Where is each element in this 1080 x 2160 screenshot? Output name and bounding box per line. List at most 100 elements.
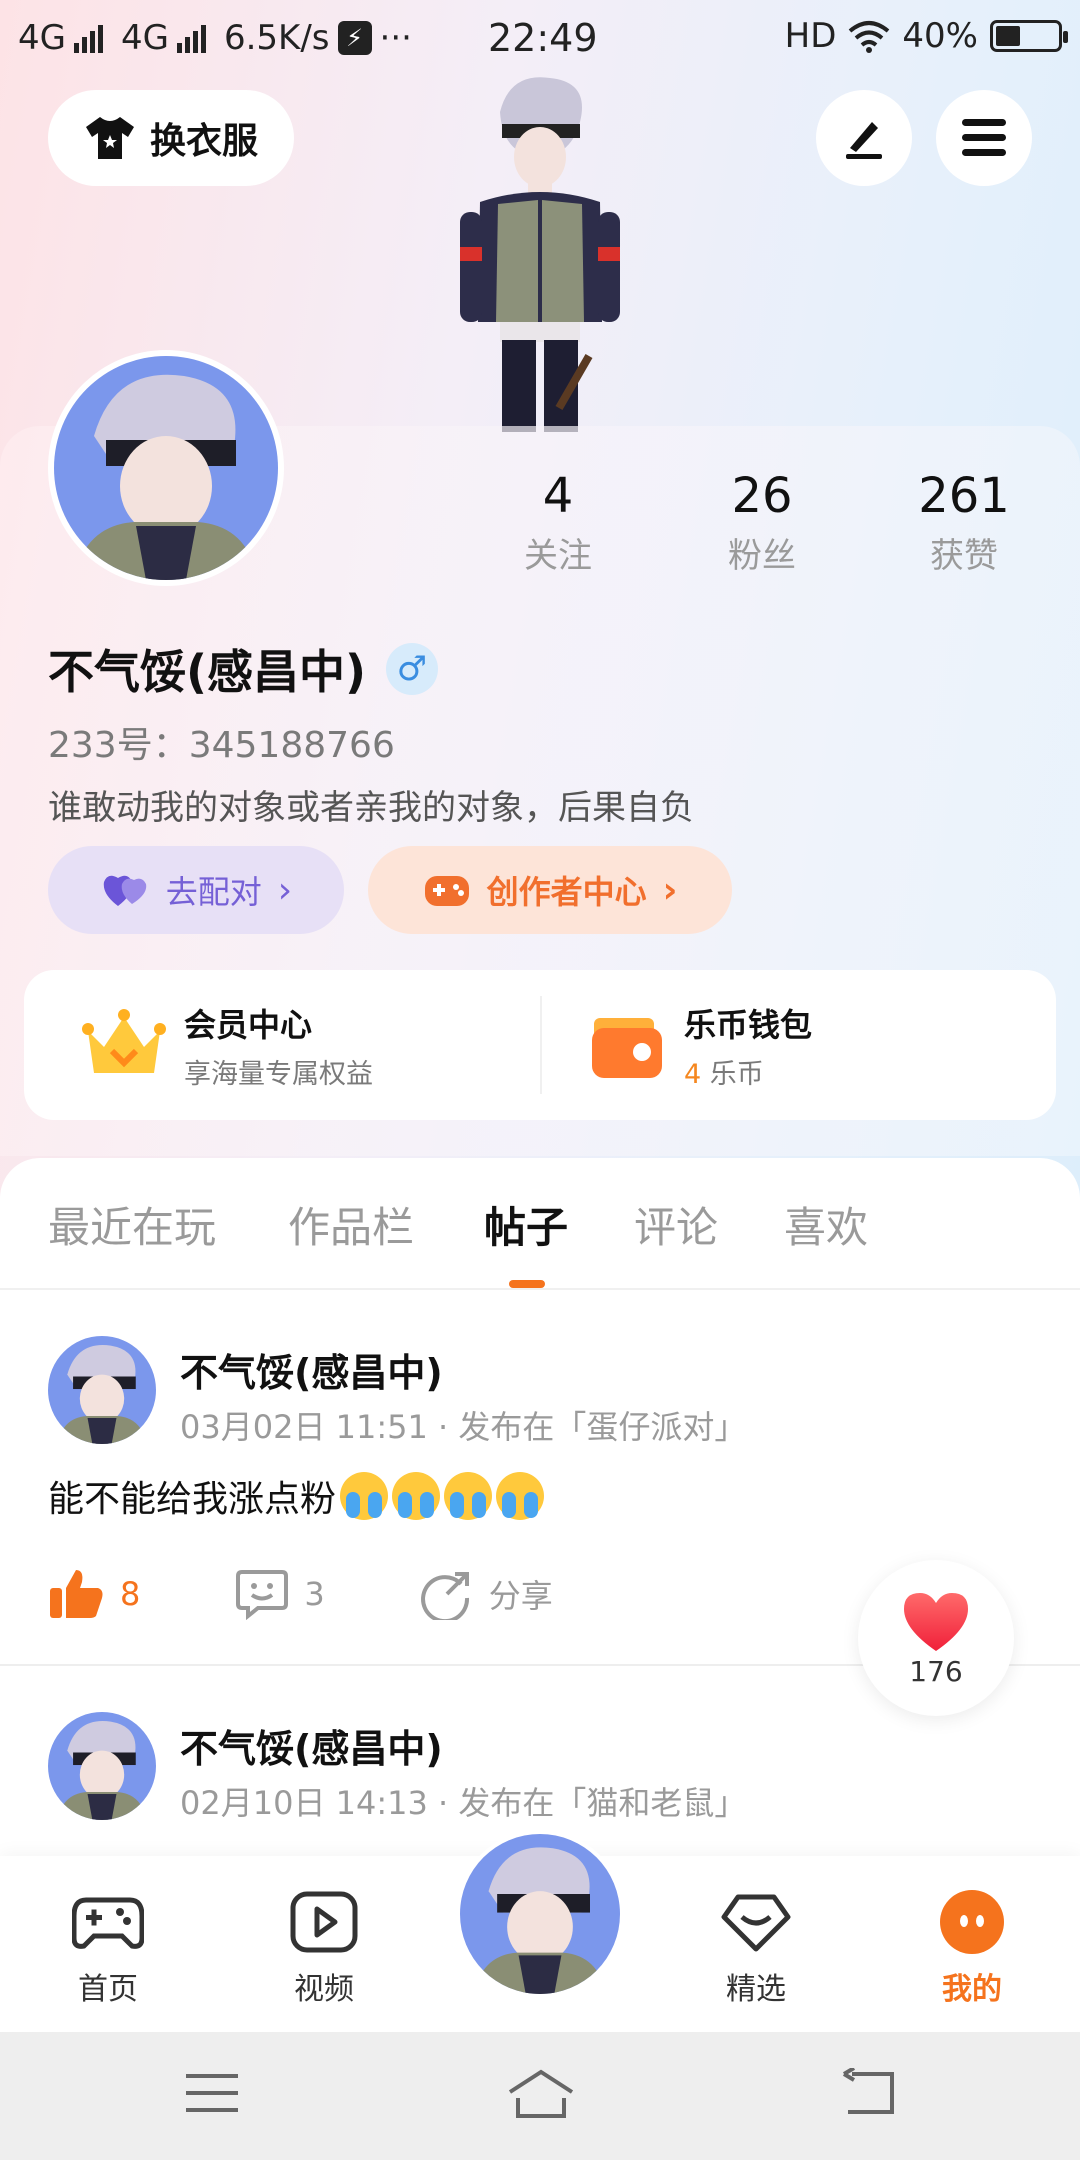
recent-apps-icon[interactable] — [184, 2068, 240, 2118]
floating-like-button[interactable]: 176 — [858, 1560, 1014, 1716]
floating-like-count: 176 — [909, 1654, 963, 1688]
nav-video[interactable]: 视频 — [254, 1886, 394, 2008]
crying-emoji-icon — [496, 1472, 545, 1520]
avatar-image — [48, 1336, 156, 1444]
back-icon[interactable] — [840, 2068, 896, 2118]
match-label: 去配对 — [165, 873, 262, 911]
like-count: 8 — [120, 1575, 141, 1613]
gamepad-icon — [424, 876, 469, 906]
avatar-image — [48, 1712, 156, 1820]
menu-icon — [962, 119, 1006, 156]
battery-percent: 40% — [902, 16, 978, 56]
crying-emoji-icon — [340, 1472, 389, 1520]
fans-label: 粉丝 — [728, 536, 796, 576]
following-stat[interactable]: 4 关注 — [478, 468, 638, 577]
wallet-unit: 乐币 — [701, 1059, 764, 1090]
nav-center-avatar[interactable] — [456, 1830, 624, 1998]
member-center-entry[interactable]: 会员中心 享海量专属权益 — [82, 1000, 373, 1091]
likes-stat[interactable]: 261 获赞 — [884, 468, 1044, 577]
like-button[interactable]: 8 — [48, 1568, 140, 1620]
post-actions: 8 3 分享 — [48, 1568, 649, 1620]
edit-button[interactable] — [816, 90, 912, 186]
hd-indicator: HD — [784, 16, 837, 56]
wallet-entry[interactable]: 乐币钱包 4 乐币 — [590, 1000, 812, 1091]
status-bar: 4G 4G 6.5K/s ⚡ ··· 22:49 HD 40% — [0, 0, 1080, 76]
member-center-title: 会员中心 — [184, 1006, 313, 1044]
home-icon[interactable] — [506, 2068, 576, 2122]
network-speed: 6.5K/s — [223, 18, 330, 58]
comment-button[interactable]: 3 — [236, 1568, 325, 1620]
menu-button[interactable] — [936, 90, 1032, 186]
thumbs-up-icon — [50, 1570, 103, 1618]
tab-works[interactable]: 作品栏 — [288, 1194, 414, 1255]
nav-featured[interactable]: 精选 — [686, 1886, 826, 2008]
tab-likes[interactable]: 喜欢 — [784, 1194, 868, 1255]
character-figure — [460, 77, 620, 432]
pen-icon — [846, 122, 882, 159]
crying-emoji-icon — [444, 1472, 493, 1520]
chevron-right-icon: › — [277, 869, 293, 911]
post-author-name[interactable]: 不气馁(感昌中) — [180, 1342, 443, 1397]
member-wallet-card: 会员中心 享海量专属权益 乐币钱包 4 乐币 — [24, 970, 1056, 1120]
tab-recently-played[interactable]: 最近在玩 — [48, 1194, 216, 1255]
following-count: 4 — [542, 468, 574, 524]
nav-video-label: 视频 — [294, 1972, 354, 2007]
heart-tag-icon — [721, 1894, 791, 1952]
username-text: 不气馁(感昌中) — [48, 645, 367, 699]
comment-icon — [236, 1570, 289, 1620]
gamepad-icon — [72, 1897, 144, 1949]
share-button[interactable]: 分享 — [420, 1568, 553, 1620]
post-author-avatar[interactable] — [48, 1336, 156, 1444]
nav-home[interactable]: 首页 — [38, 1886, 178, 2008]
user-bio: 谁敢动我的对象或者亲我的对象，后果自负 — [48, 788, 694, 828]
nav-featured-label: 精选 — [726, 1972, 786, 2007]
avatar-image — [460, 1834, 620, 1994]
clock: 22:49 — [488, 16, 598, 60]
more-dots-icon: ··· — [379, 18, 412, 58]
nav-mine-label: 我的 — [942, 1972, 1002, 2007]
post-author-name[interactable]: 不气馁(感昌中) — [180, 1718, 443, 1773]
likes-label: 获赞 — [930, 536, 998, 576]
play-icon — [290, 1891, 358, 1953]
post-content: 能不能给我涨点粉 — [48, 1470, 545, 1522]
profile-avatar[interactable] — [48, 350, 284, 586]
match-button[interactable]: 去配对 › — [48, 846, 344, 934]
flash-icon: ⚡ — [337, 21, 372, 55]
profile-username: 不气馁(感昌中) ♂ — [48, 636, 439, 702]
comment-count: 3 — [304, 1575, 325, 1613]
fans-stat[interactable]: 26 粉丝 — [682, 468, 842, 577]
wallet-icon — [592, 1017, 662, 1078]
active-tab-indicator — [509, 1280, 545, 1288]
wallet-balance: 4 乐币 — [684, 1052, 812, 1091]
tab-comments[interactable]: 评论 — [634, 1194, 718, 1255]
likes-count: 261 — [918, 468, 1010, 524]
avatar-image — [54, 356, 278, 580]
system-navigation-bar — [0, 2032, 1080, 2160]
wifi-icon — [849, 21, 890, 53]
post-text: 能不能给我涨点粉 — [48, 1479, 337, 1520]
creator-center-button[interactable]: 创作者中心 › — [368, 846, 732, 934]
wallet-amount: 4 — [684, 1059, 702, 1090]
hearts-icon — [103, 875, 147, 906]
change-outfit-button[interactable]: 换衣服 — [48, 90, 294, 186]
member-center-subtitle: 享海量专属权益 — [184, 1059, 373, 1090]
user-id: 233号：345188766 — [48, 725, 395, 766]
change-outfit-label: 换衣服 — [149, 121, 258, 162]
divider — [540, 996, 542, 1094]
signal-icon-2 — [176, 23, 206, 53]
battery-icon — [990, 20, 1068, 52]
tshirt-icon — [85, 117, 134, 159]
post-author-avatar[interactable] — [48, 1712, 156, 1820]
wallet-title: 乐币钱包 — [684, 1006, 813, 1044]
nav-home-label: 首页 — [78, 1972, 138, 2007]
post-meta: 02月10日 14:13 · 发布在「猫和老鼠」 — [180, 1784, 747, 1822]
tab-posts[interactable]: 帖子 — [484, 1194, 568, 1255]
network-label-1: 4G — [18, 18, 66, 58]
nav-mine[interactable]: 我的 — [902, 1886, 1042, 2008]
share-label: 分享 — [488, 1577, 553, 1615]
content-tabs: 最近在玩 作品栏 帖子 评论 喜欢 — [0, 1158, 1080, 1290]
male-icon: ♂ — [386, 643, 439, 695]
chevron-right-icon: › — [662, 869, 678, 911]
following-label: 关注 — [524, 536, 592, 576]
network-label-2: 4G — [120, 18, 169, 58]
